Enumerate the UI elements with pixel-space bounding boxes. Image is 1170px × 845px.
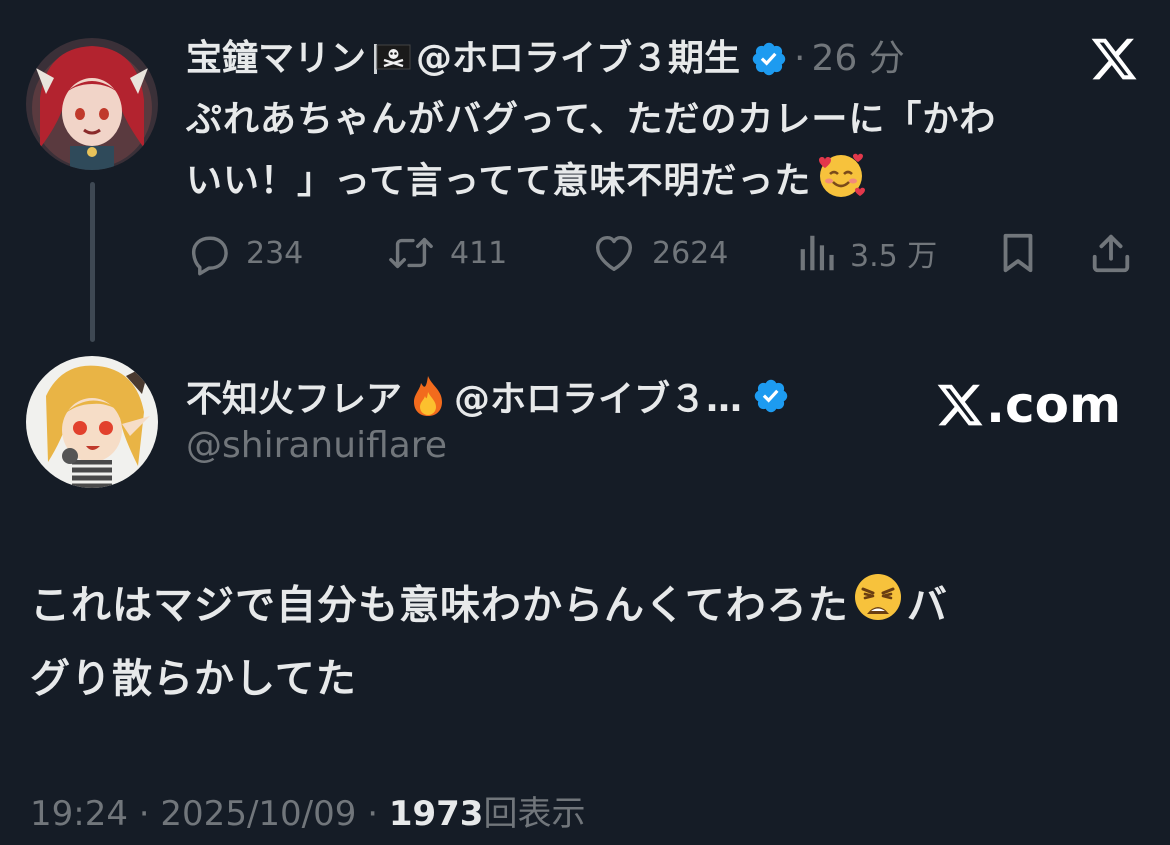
views-button[interactable]: 3.5 万: [796, 228, 937, 278]
meta-separator: ·: [367, 794, 379, 834]
tweet1-text-line-2: いい！」って言ってて意味不明だった: [186, 148, 1136, 217]
tweet2-views-count: 1973: [388, 794, 484, 834]
views-count: 3.5 万: [850, 239, 938, 274]
tweet2-date[interactable]: 2025/10/09: [160, 794, 356, 834]
tweet1-text-line-2-content: いい！」って言ってて意味不明だった: [186, 160, 812, 202]
thread-connector-line: [90, 182, 95, 342]
tweet2-text-line-2: グり散らかしてた: [30, 656, 357, 702]
weary-face-emoji-icon: [851, 570, 905, 645]
meta-separator: ·: [138, 794, 150, 834]
tweet2-views-label: 回表示: [483, 794, 586, 834]
tweet2-handle-suffix: @ホロライブ３…: [454, 379, 743, 420]
tweet1-action-bar: 234 411 2624 3.5 万: [186, 228, 1136, 278]
avatar-marine-image: [26, 38, 158, 170]
bookmark-icon: [1003, 233, 1033, 273]
tweet1-text: ぷれあちゃんがバグって、ただのカレーに「かわ いい！」って言ってて意味不明だった: [186, 92, 1136, 217]
verified-badge-icon: [750, 40, 788, 78]
avatar-flare-image: [26, 356, 158, 488]
like-count: 2624: [652, 235, 729, 271]
tweet1-display-name[interactable]: 宝鐘マリン: [186, 34, 366, 84]
verified-badge-icon: [752, 377, 790, 415]
tweet1-handle-suffix: @ホロライブ３期生: [416, 38, 741, 79]
share-upload-icon: [1092, 234, 1130, 273]
tweet1-header: 宝鐘マリン @ホロライブ３期生 · 26 分: [186, 34, 905, 84]
reply-count: 234: [246, 235, 304, 271]
x-logo-icon: [937, 384, 983, 426]
heart-icon: [595, 235, 633, 272]
tweet2-handle[interactable]: @shiranuiflare: [186, 425, 447, 466]
x-com-source-link[interactable]: .com: [934, 376, 1121, 434]
x-com-label: .com: [986, 376, 1122, 434]
tweet1-time[interactable]: 26 分: [811, 34, 904, 84]
like-button[interactable]: 2624: [590, 228, 728, 278]
pirate-flag-icon: [372, 42, 412, 76]
retweet-icon: [389, 237, 433, 269]
avatar-marine[interactable]: [26, 38, 158, 170]
tweet2-text-line-1: これはマジで自分も意味わからんくてわろた バ: [30, 570, 1140, 645]
tweet2-meta: 19:24 · 2025/10/09 · 1973回表示: [30, 786, 585, 835]
tweet1-separator: ·: [794, 38, 806, 79]
tweet2-text-line-1-tail: バ: [906, 582, 948, 629]
x-logo-icon[interactable]: [1088, 34, 1140, 84]
tweet2-text: これはマジで自分も意味わからんくてわろた バ グり散らかしてた: [30, 570, 1140, 713]
tweet2-header: 不知火フレア @ホロライブ３…: [186, 370, 796, 422]
share-button[interactable]: [1088, 228, 1134, 278]
smiling-hearts-emoji-icon: [815, 148, 867, 217]
retweet-button[interactable]: 411: [386, 228, 507, 278]
bookmark-button[interactable]: [998, 228, 1038, 278]
tweet2-display-name[interactable]: 不知火フレア: [186, 370, 402, 422]
speech-bubble-icon: [191, 236, 228, 276]
retweet-count: 411: [450, 235, 508, 271]
fire-emoji-icon: [408, 374, 448, 418]
tweet2-time[interactable]: 19:24: [30, 794, 128, 834]
bar-chart-icon: [800, 235, 834, 271]
reply-button[interactable]: 234: [186, 228, 303, 278]
tweet1-text-line-1: ぷれあちゃんがバグって、ただのカレーに「かわ: [186, 99, 997, 140]
avatar-flare[interactable]: [26, 356, 158, 488]
tweet2-text-line-1-content: これはマジで自分も意味わからんくてわろた: [30, 582, 849, 629]
